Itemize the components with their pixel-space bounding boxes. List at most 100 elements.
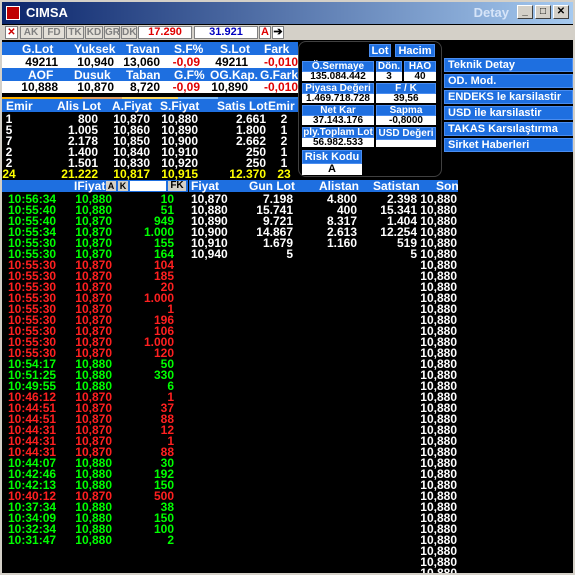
maximize-button[interactable]: □ — [535, 5, 551, 19]
tool-fd[interactable]: FD — [43, 26, 65, 39]
sermaye-label: Ö.Sermaye — [302, 61, 374, 72]
val-glot: 49211 — [25, 55, 58, 69]
link-sirket-haberleri[interactable]: Sirket Haberleri — [444, 138, 573, 152]
distribution-table: 10,870 7.198 4.800 2.398 10,880 10,880 15.741 4… — [189, 193, 458, 575]
hdr-satistan: Satistan — [373, 179, 420, 193]
close-button[interactable]: ✕ — [553, 5, 569, 19]
minimize-button[interactable]: _ — [517, 5, 533, 19]
piyasa-value: 1.469.718.728 — [302, 94, 374, 103]
hdr-alistan: Alistan — [319, 179, 360, 193]
trade-cell: 2 — [167, 533, 174, 547]
distribution-row: 10,880 — [189, 501, 458, 513]
stock-detail-window: CIMSA Detay _ □ ✕ ✕ AK FD TK KD GR DK 17… — [0, 0, 575, 575]
distribution-header: Fiyat Gun Lot Alistan Satistan Son — [189, 179, 459, 193]
hdr-afiyat: A.Fiyat — [112, 99, 153, 113]
distribution-row: 10,880 — [189, 413, 458, 425]
tool-kd[interactable]: KD — [85, 26, 103, 39]
distribution-row: 10,880 — [189, 457, 458, 469]
distribution-row: 10,880 — [189, 369, 458, 381]
fk-button[interactable]: FK — [168, 181, 186, 191]
distribution-row: 10,880 — [189, 435, 458, 447]
tool-tk[interactable]: TK — [66, 26, 84, 39]
hdr-emir-sell: Emir — [268, 99, 295, 113]
distribution-row: 10,880 — [189, 490, 458, 502]
detay-label: Detay — [473, 5, 509, 20]
distribution-row: 10,880 — [189, 391, 458, 403]
sort-k-button[interactable]: K — [118, 181, 128, 191]
distribution-row: 10,910 1.679 1.160 519 10,880 — [189, 237, 458, 249]
hdr-satis-lot: Satis Lot — [217, 99, 268, 113]
summary-header-1: G.Lot Yuksek Tavan S.F% S.Lot Fark — [2, 42, 298, 55]
distribution-row: 10,880 — [189, 545, 458, 557]
arrow-icon[interactable]: ➔ — [272, 26, 284, 39]
distribution-row: 10,880 — [189, 424, 458, 436]
val-dusuk: 10,870 — [77, 80, 114, 94]
distribution-cell: 10,880 — [420, 566, 457, 575]
link-takas[interactable]: TAKAS Karsılaştırma — [444, 122, 573, 136]
title-bar[interactable]: CIMSA Detay _ □ ✕ — [2, 2, 573, 24]
tool-gr[interactable]: GR — [104, 26, 120, 39]
depth-cell: 10,817 — [113, 167, 150, 181]
distribution-row: 10,880 — [189, 303, 458, 315]
window-title: CIMSA — [26, 5, 68, 20]
distribution-row: 10,880 — [189, 512, 458, 524]
trade-cell: 10:31:47 — [8, 533, 57, 547]
distribution-row: 10,880 — [189, 358, 458, 370]
distribution-row: 10,880 — [189, 566, 458, 575]
netkar-value: 37.143.176 — [302, 116, 374, 125]
val-taban: 8,720 — [129, 80, 160, 94]
hdr-fark: Fark — [264, 42, 290, 56]
toplamlot-value: 56.982.533 — [302, 138, 374, 147]
lot-button[interactable]: Lot — [369, 44, 391, 57]
usd-button[interactable]: USD Değeri — [376, 127, 436, 140]
distribution-row: 10,880 — [189, 281, 458, 293]
distribution-row: 10,880 — [189, 292, 458, 304]
depth-cell: 24 — [2, 167, 16, 181]
summary-values-1: 49211 10,940 13,060 -0,09 49211 -0,010 — [2, 55, 298, 68]
trades-filter-input[interactable] — [130, 181, 166, 191]
a-button[interactable]: A — [259, 26, 271, 39]
usd-value — [376, 140, 436, 147]
hdr-tavan: Tavan — [126, 42, 160, 56]
distribution-row: 10,880 — [189, 259, 458, 271]
val-sf: -0,09 — [172, 55, 200, 69]
val-aof: 10,888 — [21, 80, 58, 94]
close-icon[interactable]: ✕ — [5, 26, 18, 39]
toplamlot-label: ply.Toplam Lot — [302, 127, 374, 138]
link-usd[interactable]: USD ile karsilastir — [444, 106, 573, 120]
distribution-row: 10,880 — [189, 446, 458, 458]
fk-label: F / K — [376, 83, 436, 94]
fundamentals-panel: Lot Hacim Ö.Sermaye 135.084.442 Dön. 3 H… — [298, 41, 442, 177]
link-endeks[interactable]: ENDEKS le karsilastir — [444, 90, 573, 104]
val-gf: -0,09 — [172, 80, 200, 94]
link-od-mod[interactable]: OD. Mod. — [444, 74, 573, 88]
sapma-label: Sapma — [376, 105, 436, 116]
sort-a-button[interactable]: A — [106, 181, 116, 191]
val-slot: 49211 — [215, 55, 248, 69]
hdr-alis-lot: Alis Lot — [57, 99, 101, 113]
hdr-son: Son — [436, 179, 459, 193]
distribution-row: 10,880 — [189, 380, 458, 392]
distribution-row: 10,880 — [189, 534, 458, 546]
depth-table: 1 800 10,870 10,880 2.661 2 5 1.005 10,860 10,890… — [2, 113, 298, 181]
hao-label: HAO — [404, 61, 436, 72]
risk-value: A — [302, 164, 362, 175]
sapma-value: -0,8000 — [376, 116, 436, 125]
hdr-glot: G.Lot — [22, 42, 54, 56]
link-teknik-detay[interactable]: Teknik Detay — [444, 58, 573, 72]
val-ogkap: 10,890 — [211, 80, 248, 94]
toolbar: ✕ AK FD TK KD GR DK 17.290 31.921 A ➔ — [2, 25, 573, 40]
hacim-button[interactable]: Hacim — [395, 44, 435, 57]
hdr-emir-buy: Emir — [6, 99, 33, 113]
hao-value: 40 — [404, 72, 436, 81]
summary-values-2: 10,888 10,870 8,720 -0,09 10,890 -0,010 — [2, 81, 298, 93]
depth-header: Emir Alis Lot A.Fiyat S.Fiyat Satis Lot … — [2, 99, 298, 112]
hdr-sfiyat: S.Fiyat — [160, 99, 200, 113]
price-box-blue: 31.921 — [194, 26, 258, 39]
tool-dk[interactable]: DK — [121, 26, 137, 39]
distribution-row: 10,880 — [189, 402, 458, 414]
trade-row[interactable]: 10:31:47 10,880 2 — [2, 533, 188, 547]
hdr-ifiyat: IFiyat — [74, 179, 106, 193]
piyasa-label: Piyasa Değeri — [302, 83, 374, 94]
tool-ak[interactable]: AK — [20, 26, 42, 39]
